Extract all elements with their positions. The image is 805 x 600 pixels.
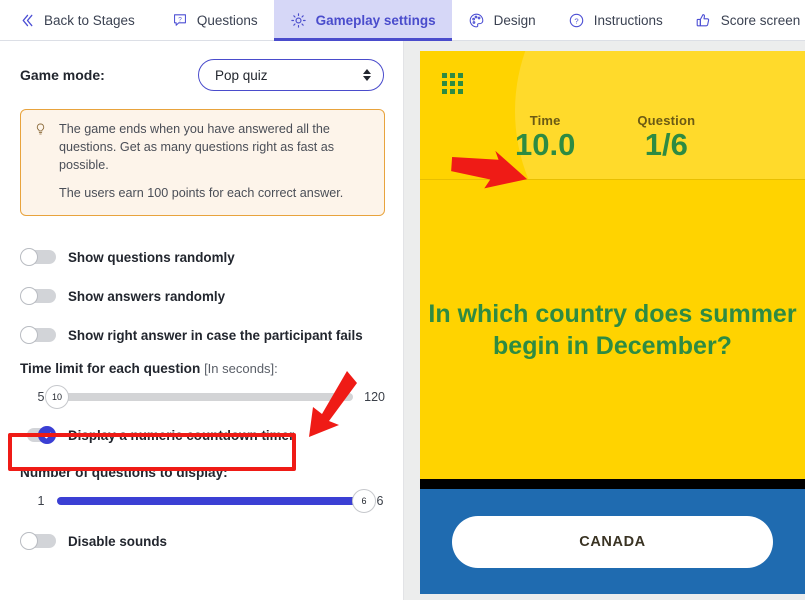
main-content: Game mode: Pop quiz The game ends when y… [0,41,805,600]
toggle-label: Show answers randomly [68,288,226,304]
gameplay-settings-screen: Back to Stages ? Questions Gameplay sett… [0,0,805,600]
tab-questions[interactable]: ? Questions [155,0,274,40]
time-limit-title: Time limit for each question [In seconds… [20,361,385,376]
time-limit-title-sub: [In seconds]: [204,360,278,376]
num-questions-max: 6 [376,493,384,508]
tab-label: Design [493,12,536,28]
time-limit-slider-row: 5 10 120 [20,384,385,409]
settings-panel: Game mode: Pop quiz The game ends when y… [0,41,404,600]
time-caption: Time [529,113,561,128]
game-mode-select-wrap: Pop quiz [198,59,384,91]
num-questions-block: Number of questions to display: 1 6 6 [20,464,385,513]
toggle-disable-sounds[interactable]: Disable sounds [20,522,385,561]
slider-fill [57,497,364,505]
num-questions-min: 1 [37,493,45,508]
toggle-switch[interactable] [20,426,56,444]
black-divider [420,479,805,489]
time-limit-title-main: Time limit for each question [20,360,201,376]
toggle-switch[interactable] [20,326,56,344]
toggle-label: Show questions randomly [68,249,235,265]
num-questions-slider-row: 1 6 6 [20,488,385,513]
slider-track [57,393,354,401]
time-limit-block: Time limit for each question [In seconds… [20,361,385,409]
toggle-switch[interactable] [20,532,56,550]
game-mode-select[interactable]: Pop quiz [198,59,384,91]
tab-instructions[interactable]: ? Instructions [552,0,679,40]
num-questions-slider[interactable]: 6 [57,488,376,513]
game-header: Time 10.0 Question 1/6 [420,51,805,180]
switch-knob [20,532,38,550]
time-limit-slider[interactable]: 10 [45,384,354,409]
game-preview-panel: Time 10.0 Question 1/6 In which country … [404,41,805,600]
toggle-label: Display a numeric countdown timer [68,427,295,443]
switch-knob [20,248,38,266]
toggle-show-questions-randomly[interactable]: Show questions randomly [20,238,385,277]
info-callout: The game ends when you have answered all… [20,109,385,216]
lightbulb-icon [33,122,49,203]
slider-thumb[interactable]: 6 [352,488,376,513]
switch-knob [20,287,38,305]
time-value: 10.0 [515,127,576,162]
tab-back-to-stages[interactable]: Back to Stages [0,0,155,40]
num-questions-title: Number of questions to display: [20,464,228,480]
callout-paragraph-1: The game ends when you have answered all… [59,122,335,172]
callout-body: The game ends when you have answered all… [59,121,371,203]
stat-question: Question 1/6 [637,113,695,162]
toggle-label: Show right answer in case the participan… [68,327,363,343]
gear-icon [290,11,308,29]
toggle-switch[interactable] [20,248,56,266]
answer-option-button[interactable]: CANADA [452,515,773,568]
tab-label: Score screen [720,12,801,28]
tab-label: Questions [196,12,258,28]
game-mode-row: Game mode: Pop quiz [20,59,385,91]
tab-label: Instructions [593,12,663,28]
thumbs-up-icon [695,11,713,29]
tab-design[interactable]: Design [452,0,552,40]
question-bubble-icon: ? [171,11,189,29]
toggle-display-countdown-timer[interactable]: Display a numeric countdown timer [20,416,385,455]
game-mode-label: Game mode: [20,67,105,83]
slider-thumb[interactable]: 10 [45,384,69,409]
chevrons-left-icon [18,11,36,29]
game-stats: Time 10.0 Question 1/6 [515,113,695,162]
grid-menu-icon[interactable] [442,73,463,94]
question-area: In which country does summer begin in De… [420,180,805,479]
stat-time: Time 10.0 [515,113,575,162]
question-circle-icon: ? [568,11,586,29]
answers-area: CANADA [420,489,805,594]
switch-knob [20,326,38,344]
toggle-label: Disable sounds [68,533,167,549]
callout-paragraph-2: The users earn 100 points for each corre… [59,185,344,200]
top-tab-bar: Back to Stages ? Questions Gameplay sett… [0,0,805,41]
tab-score-screen[interactable]: Score screen [679,0,805,40]
question-value: 1/6 [644,127,688,162]
svg-text:?: ? [575,16,579,25]
question-text: In which country does summer begin in De… [428,299,797,360]
game-screen: Time 10.0 Question 1/6 In which country … [420,51,805,594]
tab-label: Back to Stages [44,12,135,28]
palette-icon [468,11,486,29]
question-caption: Question [637,113,696,128]
svg-text:?: ? [178,16,182,23]
tab-gameplay-settings[interactable]: Gameplay settings [273,0,452,41]
tab-label: Gameplay settings [315,12,436,28]
toggle-show-right-answer[interactable]: Show right answer in case the participan… [20,316,385,355]
toggle-show-answers-randomly[interactable]: Show answers randomly [20,277,385,316]
toggle-switch[interactable] [20,287,56,305]
switch-knob [38,426,56,444]
time-limit-max: 120 [364,389,385,404]
